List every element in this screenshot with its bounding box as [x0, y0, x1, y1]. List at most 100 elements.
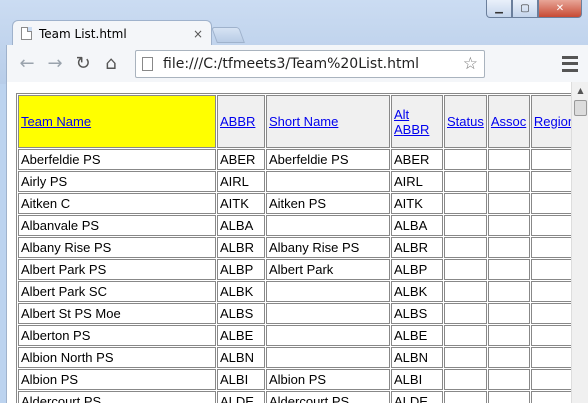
abbr-cell: AITK	[217, 193, 265, 214]
table-body: Aberfeldie PS ABER Aberfeldie PS ABER Airly …	[18, 149, 579, 403]
back-icon[interactable]: ←	[13, 51, 41, 77]
url-text[interactable]: file:///C:/tfmeets3/Team%20List.html	[163, 56, 463, 72]
new-tab-button[interactable]	[211, 27, 245, 43]
bookmark-star-icon[interactable]: ☆	[463, 54, 478, 74]
short-name-cell	[266, 325, 390, 346]
header-status: Status	[444, 95, 487, 148]
sort-link-assoc[interactable]: Assoc	[491, 114, 526, 129]
table-row: Albion PS ALBI Albion PS ALBI	[18, 369, 579, 390]
browser-toolbar: ← → ↻ ⌂ file:///C:/tfmeets3/Team%20List.…	[6, 45, 588, 82]
page-content: Team Name ABBR Short Name Alt ABBR Statu…	[6, 82, 588, 403]
alt-abbr-cell: ALBI	[391, 369, 443, 390]
short-name-cell: Albert Park	[266, 259, 390, 280]
table-row: Aberfeldie PS ABER Aberfeldie PS ABER	[18, 149, 579, 170]
abbr-cell: ALBK	[217, 281, 265, 302]
abbr-cell: ALBP	[217, 259, 265, 280]
sort-link-short-name[interactable]: Short Name	[269, 114, 338, 129]
alt-abbr-cell: ALBS	[391, 303, 443, 324]
maximize-button[interactable]: ▢	[512, 0, 538, 18]
sort-link-region[interactable]: Region	[534, 114, 575, 129]
team-name-cell: Albert St PS Moe	[18, 303, 216, 324]
alt-abbr-cell: AIRL	[391, 171, 443, 192]
short-name-cell: Albion PS	[266, 369, 390, 390]
short-name-cell	[266, 281, 390, 302]
table-row: Albanvale PS ALBA ALBA	[18, 215, 579, 236]
team-name-cell: Airly PS	[18, 171, 216, 192]
status-cell	[444, 325, 487, 346]
team-name-cell: Aitken C	[18, 193, 216, 214]
abbr-cell: ALBR	[217, 237, 265, 258]
status-cell	[444, 303, 487, 324]
vertical-scrollbar[interactable]: ▲	[571, 82, 588, 403]
reload-icon[interactable]: ↻	[69, 51, 97, 77]
status-cell	[444, 259, 487, 280]
team-name-cell: Albany Rise PS	[18, 237, 216, 258]
alt-abbr-cell: ALBP	[391, 259, 443, 280]
status-cell	[444, 215, 487, 236]
sort-link-status[interactable]: Status	[447, 114, 484, 129]
abbr-cell: ALBS	[217, 303, 265, 324]
scrollbar-thumb[interactable]	[574, 100, 587, 116]
short-name-cell: Albany Rise PS	[266, 237, 390, 258]
team-name-cell: Albanvale PS	[18, 215, 216, 236]
table-row: Albert St PS Moe ALBS ALBS	[18, 303, 579, 324]
short-name-cell	[266, 215, 390, 236]
abbr-cell: ALDE	[217, 391, 265, 403]
sort-link-alt-abbr[interactable]: Alt ABBR	[394, 107, 438, 137]
sort-link-abbr[interactable]: ABBR	[220, 114, 255, 129]
table-row: Aldercourt PS ALDE Aldercourt PS ALDE	[18, 391, 579, 403]
table-header-row: Team Name ABBR Short Name Alt ABBR Statu…	[18, 95, 579, 148]
home-icon[interactable]: ⌂	[97, 51, 125, 77]
alt-abbr-cell: ALBN	[391, 347, 443, 368]
assoc-cell	[487, 259, 530, 280]
table-row: Albany Rise PS ALBR Albany Rise PS ALBR	[18, 237, 579, 258]
team-name-cell: Alberton PS	[18, 325, 216, 346]
assoc-cell	[487, 281, 530, 302]
header-assoc: Assoc	[487, 95, 530, 148]
alt-abbr-cell: ALBK	[391, 281, 443, 302]
assoc-cell	[487, 171, 530, 192]
tab-close-icon[interactable]: ×	[193, 27, 203, 41]
header-short-name: Short Name	[266, 95, 390, 148]
status-cell	[444, 193, 487, 214]
alt-abbr-cell: ALBE	[391, 325, 443, 346]
menu-hamburger-icon[interactable]	[562, 55, 578, 72]
browser-tab[interactable]: Team List.html ×	[12, 20, 212, 46]
assoc-cell	[487, 369, 530, 390]
scroll-up-icon[interactable]: ▲	[572, 82, 588, 99]
assoc-cell	[487, 149, 530, 170]
minimize-button[interactable]: ▁	[486, 0, 512, 18]
short-name-cell: Aberfeldie PS	[266, 149, 390, 170]
tab-title: Team List.html	[39, 26, 127, 41]
status-cell	[444, 237, 487, 258]
abbr-cell: ALBE	[217, 325, 265, 346]
status-cell	[444, 369, 487, 390]
window-controls: ▁ ▢ ✕	[486, 0, 582, 18]
page-icon	[21, 27, 32, 40]
table-row: Airly PS AIRL AIRL	[18, 171, 579, 192]
table-row: Aitken C AITK Aitken PS AITK	[18, 193, 579, 214]
table-row: Albert Park PS ALBP Albert Park ALBP	[18, 259, 579, 280]
close-window-button[interactable]: ✕	[538, 0, 582, 18]
forward-icon[interactable]: →	[41, 51, 69, 77]
address-bar[interactable]: file:///C:/tfmeets3/Team%20List.html ☆	[135, 49, 485, 78]
assoc-cell	[487, 347, 530, 368]
abbr-cell: ALBN	[217, 347, 265, 368]
assoc-cell	[487, 391, 530, 403]
short-name-cell	[266, 171, 390, 192]
status-cell	[444, 171, 487, 192]
table-row: Albion North PS ALBN ALBN	[18, 347, 579, 368]
alt-abbr-cell: ALBR	[391, 237, 443, 258]
table-row: Albert Park SC ALBK ALBK	[18, 281, 579, 302]
status-cell	[444, 391, 487, 403]
team-name-cell: Aberfeldie PS	[18, 149, 216, 170]
team-name-cell: Albert Park SC	[18, 281, 216, 302]
header-team-name: Team Name	[18, 95, 216, 148]
team-name-cell: Albert Park PS	[18, 259, 216, 280]
assoc-cell	[487, 237, 530, 258]
alt-abbr-cell: ALDE	[391, 391, 443, 403]
assoc-cell	[487, 303, 530, 324]
sort-link-team-name[interactable]: Team Name	[21, 114, 91, 129]
assoc-cell	[487, 325, 530, 346]
status-cell	[444, 149, 487, 170]
